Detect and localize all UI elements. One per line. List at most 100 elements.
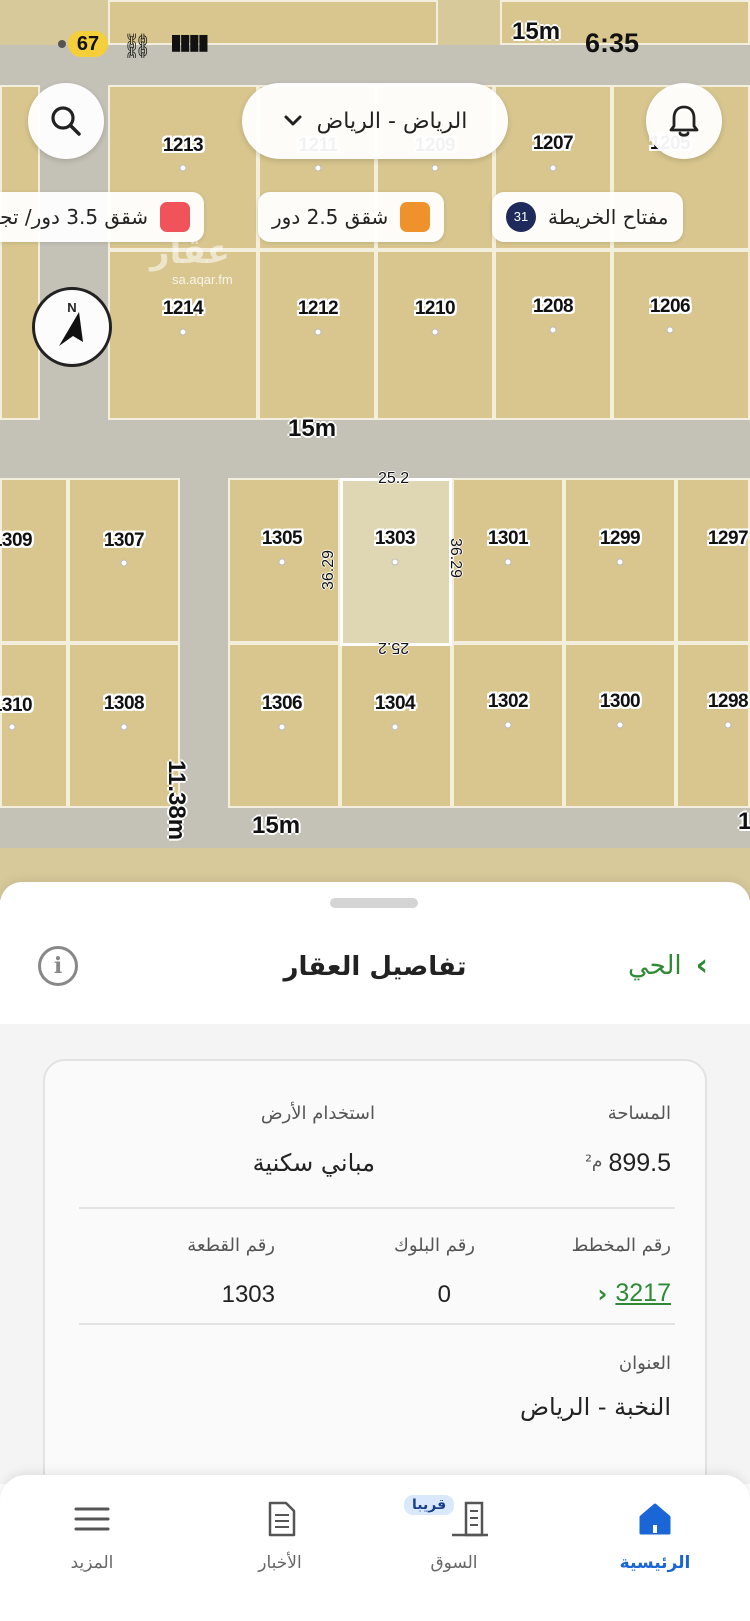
parcel-number[interactable]: 1302: [488, 691, 529, 713]
area-number: 899.5: [608, 1149, 671, 1177]
nav-news[interactable]: الأخبار: [210, 1489, 350, 1599]
block-number-label: رقم البلوك: [393, 1235, 475, 1256]
district-link[interactable]: › الحي: [628, 948, 708, 983]
parcel-number[interactable]: 1298: [708, 691, 749, 713]
parcel-dot: [549, 326, 557, 334]
parcel-number[interactable]: 1303: [375, 528, 416, 550]
parcel-dot: [504, 721, 512, 729]
legend-count-badge: 31: [506, 202, 536, 232]
parcel-dot: [549, 164, 557, 172]
parcel-number[interactable]: 1299: [600, 528, 641, 550]
city-selector-label: الرياض - الرياض: [316, 108, 468, 134]
details-area: المساحة استخدام الأرض م² 899.5 مباني سكن…: [0, 1024, 750, 1509]
plan-number-value: 3217: [615, 1279, 671, 1307]
map-legend-button[interactable]: مفتاح الخريطة 31: [492, 192, 683, 242]
nav-home[interactable]: الرئيسية: [585, 1489, 725, 1599]
road: [0, 420, 750, 478]
search-icon: [51, 106, 81, 136]
road-edge-label: 1: [738, 808, 750, 835]
block-number-value: 0: [437, 1281, 451, 1308]
parcel-dot: [391, 558, 399, 566]
parcel-dot: [179, 164, 187, 172]
road: [0, 808, 750, 848]
parcel-number[interactable]: 1301: [488, 528, 529, 550]
svg-text:N: N: [67, 300, 76, 315]
nav-more-label: المزيد: [70, 1553, 114, 1573]
nav-more[interactable]: المزيد: [22, 1489, 162, 1599]
parcel-number[interactable]: 1306: [262, 693, 303, 715]
legend-swatch-orange: [400, 202, 431, 232]
road-width-label: 15m: [512, 18, 561, 45]
map-view[interactable]: 1213 1211 1209 1207 1205 1214 1212 1210 …: [0, 0, 750, 900]
dimension-right: 36.29: [447, 538, 464, 579]
parcel[interactable]: [612, 250, 750, 420]
parcel-number[interactable]: 1206: [650, 296, 691, 318]
details-card: المساحة استخدام الأرض م² 899.5 مباني سكن…: [43, 1059, 707, 1509]
parcel[interactable]: [494, 250, 612, 420]
road-width-label: 15m: [252, 812, 301, 839]
battery-indicator: 67: [58, 31, 108, 57]
parcel-number[interactable]: 1305: [262, 528, 303, 550]
parcel-number[interactable]: 1213: [163, 135, 204, 157]
legend-chip-apartments-2-5[interactable]: شقق 2.5 دور: [258, 192, 445, 242]
road-width-label: 11.38m: [163, 760, 190, 841]
divider: [79, 1207, 675, 1209]
parcel-dot: [431, 328, 439, 336]
legend-swatch-red: [159, 202, 190, 232]
parcel-dot: [278, 723, 286, 731]
road-width-label: 15m: [288, 415, 337, 442]
parcel-number[interactable]: 1304: [375, 693, 416, 715]
district-link-label: الحي: [628, 950, 682, 981]
compass-button[interactable]: N: [32, 287, 112, 367]
parcel-number[interactable]: 1208: [533, 296, 574, 318]
parcel-number[interactable]: 1297: [708, 528, 749, 550]
land-use-label: استخدام الأرض: [260, 1103, 375, 1124]
chevron-down-icon: [284, 115, 302, 126]
bell-icon: [669, 105, 699, 137]
parcel-number[interactable]: 1214: [163, 298, 204, 320]
address-value: النخبة - الرياض: [520, 1393, 671, 1421]
plot-number-label: رقم القطعة: [187, 1235, 275, 1256]
city-selector[interactable]: الرياض - الرياض: [242, 83, 508, 159]
parcel-number[interactable]: 1210: [415, 298, 456, 320]
chevron-right-icon: ›: [695, 948, 708, 983]
parcel-number[interactable]: 1300: [600, 691, 641, 713]
compass-icon: N: [59, 300, 83, 346]
legend-chip-apartments-3-5[interactable]: شقق 3.5 دور/ تجا: [0, 192, 204, 242]
parcel-number[interactable]: 1207: [533, 133, 574, 155]
sheet-drag-handle[interactable]: [330, 898, 418, 908]
dimension-top: 25.2: [378, 470, 410, 487]
parcel[interactable]: [0, 478, 68, 643]
parcel-dot: [724, 721, 732, 729]
area-value: م² 899.5: [585, 1149, 671, 1178]
parcel[interactable]: [676, 643, 750, 808]
parcel-dot: [314, 164, 322, 172]
chevron-left-icon: ‹: [597, 1279, 608, 1308]
parcel-dot: [8, 723, 16, 731]
nav-news-label: الأخبار: [258, 1553, 302, 1573]
legend-chip-label: شقق 2.5 دور: [272, 205, 389, 229]
home-icon: [639, 1503, 671, 1535]
parcel-dot: [504, 558, 512, 566]
divider: [79, 1323, 675, 1325]
dimension-left: 36.29: [320, 549, 337, 590]
notifications-button[interactable]: [646, 83, 722, 159]
news-icon: [268, 1501, 296, 1537]
parcel-dot: [278, 558, 286, 566]
parcel-dot: [431, 164, 439, 172]
parcel[interactable]: [108, 0, 438, 45]
parcel-number[interactable]: 1307: [104, 530, 145, 552]
parcel-dot: [120, 723, 128, 731]
sheet-header: i تفاصيل العقار › الحي: [0, 922, 750, 1022]
plan-number-link[interactable]: 3217 ‹: [597, 1279, 671, 1308]
road: [180, 478, 228, 808]
status-time: 6:35: [585, 28, 640, 58]
parcel-number[interactable]: 1212: [298, 298, 339, 320]
parcel[interactable]: [676, 478, 750, 643]
search-button[interactable]: [28, 83, 104, 159]
parcel-number[interactable]: 1309: [0, 530, 33, 552]
parcel-number[interactable]: 1310: [0, 695, 33, 717]
legend-chip-label: شقق 3.5 دور/ تجا: [0, 205, 148, 229]
parcel-number[interactable]: 1308: [104, 693, 145, 715]
parcel-dot: [666, 326, 674, 334]
